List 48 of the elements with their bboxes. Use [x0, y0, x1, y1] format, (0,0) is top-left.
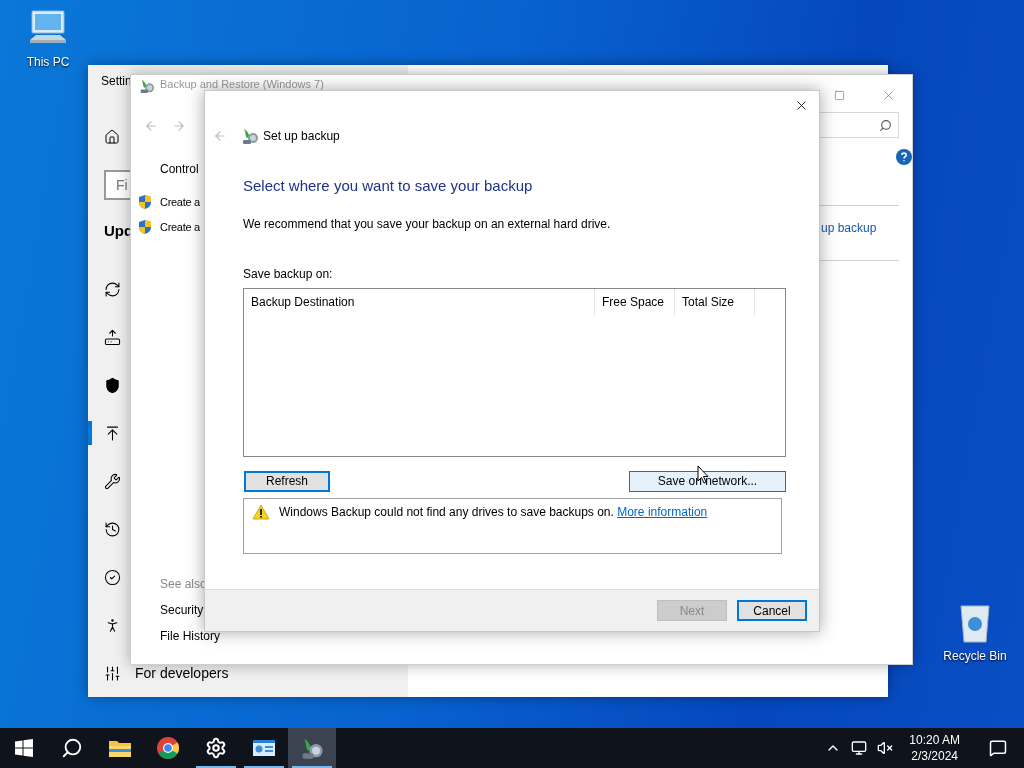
- task-link[interactable]: Create a: [160, 194, 200, 211]
- sliders-icon: [104, 664, 121, 682]
- destination-list[interactable]: Backup Destination Free Space Total Size: [243, 287, 786, 457]
- column-header[interactable]: Backup Destination: [244, 288, 595, 315]
- sidebar-item[interactable]: For developers: [88, 664, 235, 682]
- home-icon[interactable]: [104, 129, 120, 145]
- tray-upload-icon: [104, 328, 121, 346]
- message-text: Windows Backup could not find any drives to save backups on. More information: [279, 503, 708, 521]
- control-panel-icon: [252, 738, 276, 758]
- window-title: Backup and Restore (Windows 7): [160, 78, 324, 91]
- dialog-button[interactable]: Refresh: [244, 470, 330, 492]
- dialog-title: Set up backup: [263, 128, 340, 145]
- search-icon: [879, 118, 892, 132]
- windows-logo-icon: [15, 739, 33, 757]
- dialog-heading: Select where you want to save your backup: [243, 176, 534, 196]
- shield-icon: [137, 218, 153, 235]
- shield-icon: [137, 194, 153, 211]
- shield-icon: [104, 376, 121, 394]
- check-circle-icon: [104, 568, 121, 586]
- wrench-icon: [104, 472, 121, 490]
- sync-icon: [104, 280, 121, 298]
- more-information-link[interactable]: More information: [617, 504, 708, 519]
- backup-icon: [139, 78, 155, 94]
- help-icon[interactable]: [896, 149, 912, 165]
- desktop-icon-label: This PC: [26, 54, 70, 71]
- clock-time[interactable]: 10:20 AM: [909, 732, 960, 748]
- dialog-button[interactable]: Cancel: [737, 600, 807, 621]
- list-label: Save backup on:: [243, 265, 334, 283]
- backup-icon: [300, 736, 324, 760]
- folder-icon: [108, 738, 132, 758]
- task-link[interactable]: Create a: [160, 218, 200, 235]
- clock-date[interactable]: 2/3/2024: [911, 748, 958, 764]
- desktop-icon-label: Recycle Bin: [943, 648, 1007, 665]
- search-icon: [61, 737, 83, 759]
- column-header[interactable]: Total Size: [675, 288, 755, 315]
- upload-icon: [104, 424, 121, 442]
- setup-backup-link[interactable]: up backup: [821, 219, 912, 237]
- network-icon[interactable]: [851, 740, 868, 756]
- backup-icon: [241, 127, 259, 145]
- browser-icon: [156, 736, 180, 760]
- muted-speaker-icon[interactable]: [877, 740, 894, 756]
- dialog-description: We recommend that you save your backup on an external hard drive.: [243, 215, 612, 233]
- restore-icon: [104, 520, 121, 538]
- taskbar-button[interactable]: [288, 728, 336, 768]
- warning-icon: [252, 503, 270, 520]
- notifications-icon[interactable]: [989, 739, 1007, 757]
- settings-icon: [205, 737, 227, 759]
- column-header[interactable]: Free Space: [595, 288, 675, 315]
